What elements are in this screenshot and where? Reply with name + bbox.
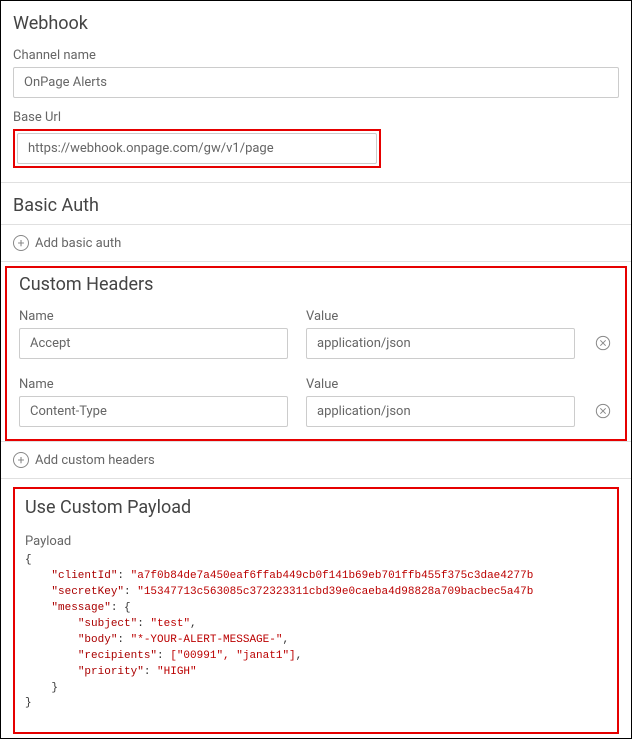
custom-headers-title: Custom Headers: [7, 268, 625, 303]
payload-textarea[interactable]: { "clientId": "a7f0b84de7a450eaf6ffab449…: [25, 553, 607, 712]
add-custom-headers-button[interactable]: + Add custom headers: [1, 442, 631, 478]
custom-payload-title: Use Custom Payload: [25, 495, 607, 528]
plus-icon: +: [13, 235, 29, 251]
header-name-input[interactable]: [19, 396, 288, 427]
channel-name-label: Channel name: [13, 48, 619, 63]
header-name-label: Name: [19, 377, 288, 392]
webhook-title: Webhook: [1, 1, 631, 42]
header-row: Name Value: [7, 371, 625, 439]
base-url-input[interactable]: [17, 133, 377, 164]
webhook-section: Webhook Channel name Base Url: [1, 1, 631, 183]
close-circle-icon: [595, 403, 611, 419]
custom-payload-section: Use Custom Payload Payload { "clientId":…: [1, 479, 631, 746]
add-basic-auth-button[interactable]: + Add basic auth: [1, 225, 631, 261]
plus-icon: +: [13, 452, 29, 468]
header-value-label: Value: [306, 377, 575, 392]
base-url-label: Base Url: [13, 110, 619, 125]
remove-header-button[interactable]: [593, 395, 613, 427]
remove-header-button[interactable]: [593, 327, 613, 359]
basic-auth-title: Basic Auth: [1, 183, 631, 224]
add-custom-headers-label: Add custom headers: [35, 453, 155, 468]
add-basic-auth-label: Add basic auth: [35, 236, 121, 251]
payload-label: Payload: [25, 534, 607, 549]
add-custom-headers-row: + Add custom headers: [1, 441, 631, 479]
header-name-label: Name: [19, 309, 288, 324]
header-name-input[interactable]: [19, 328, 288, 359]
header-value-input[interactable]: [306, 328, 575, 359]
close-circle-icon: [595, 335, 611, 351]
header-value-input[interactable]: [306, 396, 575, 427]
channel-name-input[interactable]: [13, 67, 619, 98]
header-value-label: Value: [306, 309, 575, 324]
header-row: Name Value: [7, 303, 625, 371]
basic-auth-section: Basic Auth + Add basic auth: [1, 183, 631, 262]
custom-headers-section: Custom Headers Name Value Name Value: [5, 266, 627, 441]
